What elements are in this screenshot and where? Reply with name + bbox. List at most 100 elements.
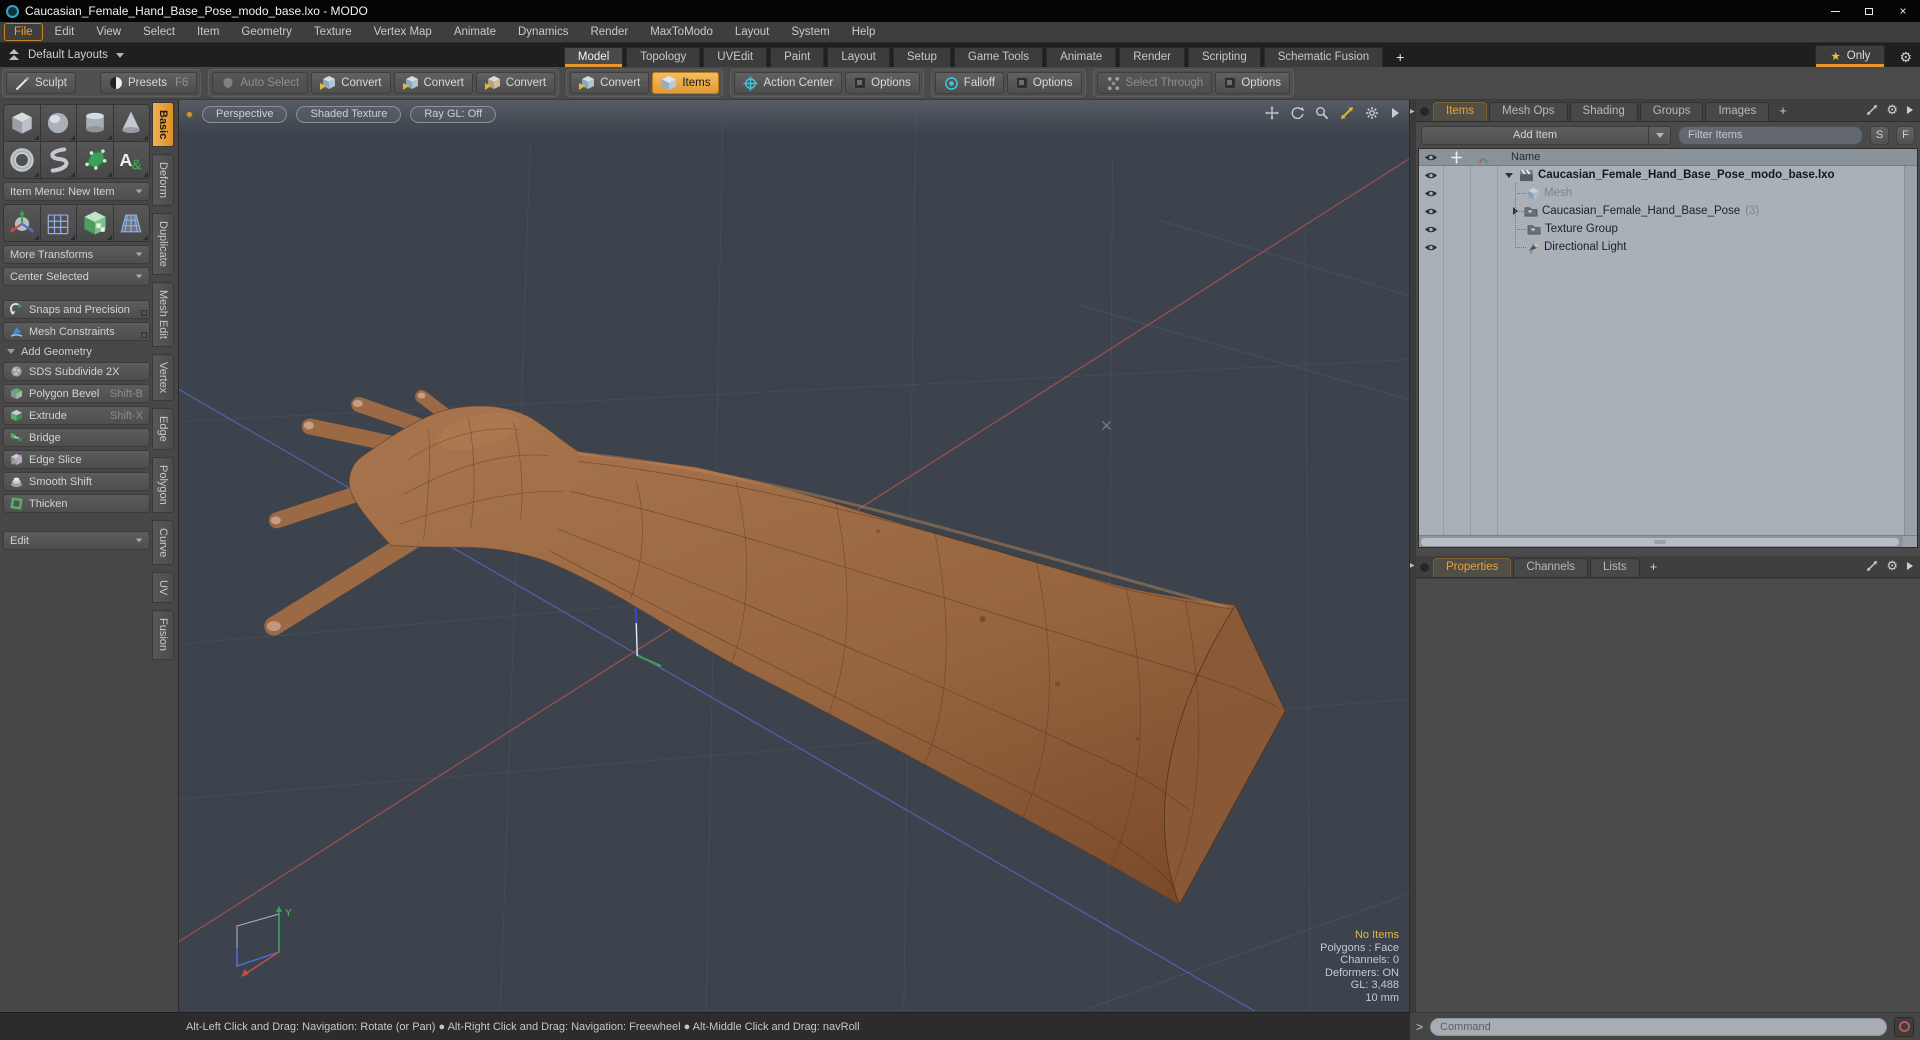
- tab-shading[interactable]: Shading: [1569, 102, 1638, 121]
- raygl-pill[interactable]: Ray GL: Off: [410, 106, 497, 123]
- layout-tab-setup[interactable]: Setup: [892, 47, 951, 67]
- menu-layout[interactable]: Layout: [725, 23, 780, 41]
- tab-curve[interactable]: Curve: [152, 519, 174, 566]
- action-center-button[interactable]: Action Center: [734, 72, 843, 94]
- tree-item-scene-root[interactable]: Caucasian_Female_Hand_Base_Pose_modo_bas…: [1419, 166, 1917, 184]
- checker-cube-tool[interactable]: [77, 205, 113, 241]
- panel-menu-arrow-icon[interactable]: [1906, 561, 1914, 571]
- perspective-grid-tool[interactable]: [113, 205, 149, 241]
- maximize-viewport-icon[interactable]: [1340, 106, 1354, 120]
- visibility-eye-icon[interactable]: [1419, 171, 1443, 180]
- menu-help[interactable]: Help: [842, 23, 886, 41]
- viewport-hotspot-icon[interactable]: [186, 111, 193, 118]
- primitive-cube-tool[interactable]: [4, 105, 40, 141]
- convert-item-button[interactable]: Convert: [570, 72, 650, 94]
- tab-uv[interactable]: UV: [152, 572, 174, 604]
- layout-tab-render[interactable]: Render: [1119, 47, 1185, 67]
- add-panel-tab-button[interactable]: +: [1642, 559, 1666, 577]
- edge-slice-button[interactable]: Edge Slice: [3, 450, 150, 469]
- name-column-header[interactable]: Name: [1497, 151, 1540, 163]
- tree-item-texture-group[interactable]: Texture Group: [1419, 220, 1917, 238]
- snaps-precision-button[interactable]: Snaps and Precision: [3, 300, 150, 319]
- minimize-button[interactable]: [1818, 0, 1852, 22]
- collapse-up-icon[interactable]: [8, 49, 20, 61]
- items-mode-button[interactable]: Items: [652, 72, 720, 94]
- thicken-button[interactable]: Thicken: [3, 494, 150, 513]
- menu-item[interactable]: Item: [187, 23, 229, 41]
- tree-item-mesh[interactable]: Mesh: [1419, 184, 1917, 202]
- divider-arrow-icon[interactable]: ▶: [1410, 108, 1415, 115]
- move-column-icon[interactable]: [1443, 149, 1470, 165]
- maximize-button[interactable]: [1852, 0, 1886, 22]
- tab-deform[interactable]: Deform: [152, 154, 174, 207]
- layout-tab-game-tools[interactable]: Game Tools: [953, 47, 1044, 67]
- pan-icon[interactable]: [1265, 106, 1279, 120]
- viewport-gear-icon[interactable]: [1365, 106, 1379, 120]
- primitive-helix-tool[interactable]: [40, 142, 76, 178]
- layout-tab-model[interactable]: Model: [563, 47, 624, 67]
- panel-gear-icon[interactable]: ⚙: [1886, 103, 1898, 117]
- tree-horizontal-scrollbar[interactable]: [1419, 535, 1903, 547]
- extrude-button[interactable]: Extrude Shift-X: [3, 406, 150, 425]
- menu-edit[interactable]: Edit: [45, 23, 85, 41]
- primitive-torus-tool[interactable]: [4, 142, 40, 178]
- menu-maxtomodo[interactable]: MaxToModo: [640, 23, 723, 41]
- menu-dynamics[interactable]: Dynamics: [508, 23, 578, 41]
- tab-channels[interactable]: Channels: [1513, 558, 1589, 577]
- viewport-menu-arrow-icon[interactable]: [1390, 107, 1400, 119]
- menu-file[interactable]: File: [4, 23, 43, 41]
- convert-vertex-button[interactable]: Convert: [311, 72, 391, 94]
- layout-tab-schematic-fusion[interactable]: Schematic Fusion: [1263, 47, 1384, 67]
- convert-edge-button[interactable]: Convert: [393, 72, 473, 94]
- zoom-icon[interactable]: [1315, 106, 1329, 120]
- pie-menu-icon[interactable]: [1420, 563, 1429, 572]
- expand-panel-icon[interactable]: [1866, 104, 1878, 116]
- axis-column-icon[interactable]: [1470, 149, 1497, 165]
- tab-fusion[interactable]: Fusion: [152, 610, 174, 660]
- tab-mesh-edit[interactable]: Mesh Edit: [152, 282, 174, 348]
- close-button[interactable]: ×: [1886, 0, 1920, 22]
- center-selected-dropdown[interactable]: Center Selected: [3, 267, 150, 286]
- falloff-button[interactable]: Falloff: [934, 72, 1004, 94]
- menu-select[interactable]: Select: [133, 23, 185, 41]
- more-transforms-dropdown[interactable]: More Transforms: [3, 245, 150, 264]
- item-menu-dropdown[interactable]: Item Menu: New Item: [3, 182, 150, 201]
- default-layouts-dropdown[interactable]: Default Layouts: [28, 49, 108, 61]
- menu-system[interactable]: System: [781, 23, 839, 41]
- hand-model[interactable]: [264, 390, 1286, 906]
- shading-mode-pill[interactable]: Shaded Texture: [296, 106, 402, 123]
- visibility-eye-icon[interactable]: [1419, 189, 1443, 198]
- transform-tool[interactable]: [4, 205, 40, 241]
- tab-edge[interactable]: Edge: [152, 408, 174, 451]
- sds-subdivide-button[interactable]: SDS Subdivide 2X: [3, 362, 150, 381]
- add-item-caret[interactable]: [1648, 126, 1670, 144]
- menu-render[interactable]: Render: [580, 23, 638, 41]
- select-through-button[interactable]: Select Through: [1096, 72, 1213, 94]
- tab-images[interactable]: Images: [1705, 102, 1770, 121]
- action-center-options-button[interactable]: Options: [845, 72, 920, 94]
- command-input[interactable]: [1430, 1017, 1887, 1036]
- tab-duplicate[interactable]: Duplicate: [152, 213, 174, 276]
- layout-tab-paint[interactable]: Paint: [770, 47, 825, 67]
- gear-icon[interactable]: ⚙: [1899, 50, 1912, 67]
- edit-dropdown[interactable]: Edit: [3, 531, 150, 550]
- macro-record-button[interactable]: [1894, 1016, 1914, 1037]
- view-mode-pill[interactable]: Perspective: [202, 106, 288, 123]
- text-tool[interactable]: A &: [113, 142, 149, 178]
- tab-groups[interactable]: Groups: [1639, 102, 1704, 121]
- menu-view[interactable]: View: [86, 23, 131, 41]
- add-layout-tab-button[interactable]: +: [1386, 49, 1414, 67]
- polygon-bevel-button[interactable]: Polygon Bevel Shift-B: [3, 384, 150, 403]
- sculpt-button[interactable]: Sculpt: [6, 72, 76, 94]
- add-item-dropdown[interactable]: Add Item: [1421, 125, 1671, 145]
- convert-polygon-button[interactable]: Convert: [475, 72, 556, 94]
- tab-basic[interactable]: Basic: [152, 102, 174, 148]
- primitive-sphere-tool[interactable]: [40, 105, 76, 141]
- pie-menu-icon[interactable]: [1420, 107, 1429, 116]
- tab-lists[interactable]: Lists: [1590, 558, 1640, 577]
- filter-items-input[interactable]: [1678, 125, 1863, 145]
- lattice-tool[interactable]: [40, 205, 76, 241]
- tab-polygon[interactable]: Polygon: [152, 457, 174, 513]
- falloff-options-button[interactable]: Options: [1006, 72, 1082, 94]
- layout-tab-scripting[interactable]: Scripting: [1187, 47, 1261, 67]
